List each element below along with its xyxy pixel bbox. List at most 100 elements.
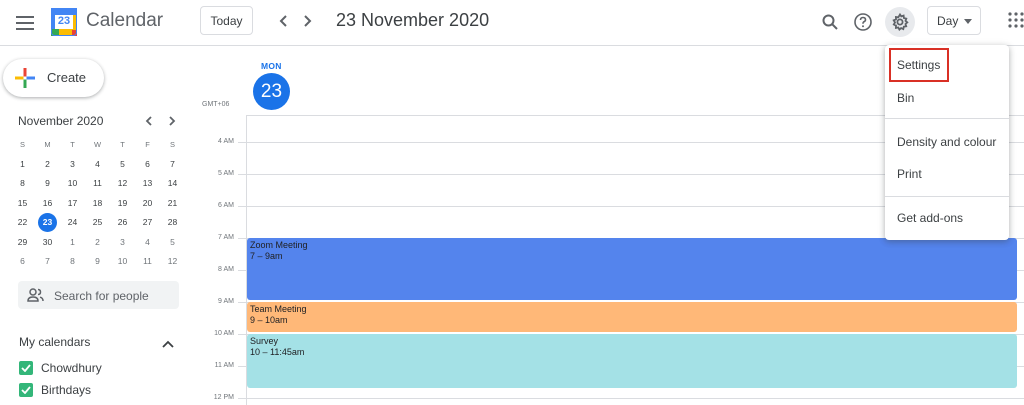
mini-calendar-day[interactable]: 17 [60,194,85,214]
mini-calendar-week: 6 7 8 9 10 11 12 [10,252,185,272]
mini-calendar-day[interactable]: 6 [135,155,160,175]
mini-calendar-day[interactable]: 9 [35,174,60,194]
settings-button[interactable] [885,7,915,37]
mini-calendar-day[interactable]: 11 [85,174,110,194]
apps-grid-icon [1008,12,1024,28]
mini-calendar-day[interactable]: 3 [110,233,135,253]
mini-calendar-day[interactable]: 4 [135,233,160,253]
my-calendars-collapse-button[interactable] [162,335,176,348]
mini-calendar-day[interactable]: 1 [10,155,35,175]
menu-item-print[interactable]: Print [885,160,1009,186]
mini-calendar-day[interactable]: 8 [60,252,85,272]
timezone-label: GMT+06 [202,101,230,108]
checkmark-icon [21,386,31,394]
event-time: 7 – 9am [250,251,283,261]
menu-item-bin[interactable]: Bin [885,84,1009,110]
mini-calendar-day[interactable]: 19 [110,194,135,214]
day-number[interactable]: 23 [253,73,290,110]
mini-calendar-day[interactable]: 9 [85,252,110,272]
mini-calendar-day[interactable]: 12 [160,252,185,272]
mini-calendar-day[interactable]: 1 [60,233,85,253]
mini-calendar-day[interactable]: 26 [110,213,135,233]
main-menu-button[interactable] [10,8,40,38]
calendar-logo-number: 23 [57,15,71,27]
hour-label: 4 AM [218,138,234,145]
search-button[interactable] [815,7,845,37]
mini-calendar-previous-button[interactable] [140,112,156,130]
mini-calendar-day[interactable]: 12 [110,174,135,194]
mini-calendar-day[interactable]: 11 [135,252,160,272]
event-zoom-meeting[interactable]: Zoom Meeting 7 – 9am [247,238,1017,300]
mini-calendar-day[interactable]: 3 [60,155,85,175]
mini-calendar-week: 8 9 10 11 12 13 14 [10,174,185,194]
mini-calendar-day[interactable]: 15 [10,194,35,214]
calendar-checkbox[interactable] [19,361,33,375]
chevron-left-icon [279,15,287,27]
create-button[interactable]: Create [3,59,104,97]
event-survey[interactable]: Survey 10 – 11:45am [247,334,1017,388]
dropdown-caret-icon [964,19,972,24]
weekday-label: S [169,140,175,149]
mini-calendar-day[interactable]: 18 [85,194,110,214]
help-button[interactable] [848,7,878,37]
event-title: Survey [250,336,279,346]
mini-calendar-week: 15 16 17 18 19 20 21 [10,194,185,214]
menu-item-density-and-colour[interactable]: Density and colour [885,128,1009,154]
mini-calendar-day[interactable]: 28 [160,213,185,233]
previous-day-button[interactable] [273,9,293,33]
mini-calendar-day[interactable]: 8 [10,174,35,194]
mini-calendar-day[interactable]: 10 [60,174,85,194]
help-icon [854,13,872,31]
mini-calendar-day[interactable]: 5 [110,155,135,175]
menu-divider [885,196,1009,197]
chevron-right-icon [168,116,175,126]
mini-calendar-day[interactable]: 13 [135,174,160,194]
weekday-label: T [70,140,75,149]
mini-calendar-day[interactable]: 29 [10,233,35,253]
mini-calendar-weeks: 1 2 3 4 5 6 7 8 9 10 11 12 13 14 15 16 17 18 19 20 21 22 23 24 2… [10,155,185,272]
mini-calendar-day[interactable]: 23 [35,213,60,233]
mini-calendar-day[interactable]: 6 [10,252,35,272]
mini-calendar-day[interactable]: 10 [110,252,135,272]
mini-calendar-day[interactable]: 25 [85,213,110,233]
event-team-meeting[interactable]: Team Meeting 9 – 10am [247,302,1017,332]
weekday-label: M [44,140,51,149]
view-selector-label: Day [937,13,959,28]
google-apps-button[interactable] [1008,12,1024,30]
mini-calendar-day[interactable]: 21 [160,194,185,214]
weekday-label: S [19,140,25,149]
next-day-button[interactable] [298,9,318,33]
people-icon [27,288,44,302]
mini-calendar-day[interactable]: 7 [35,252,60,272]
calendar-logo[interactable]: 23 [51,8,77,36]
hour-label: 10 AM [214,330,234,337]
calendar-item-chowdhury[interactable]: Chowdhury [19,360,102,376]
mini-calendar-day[interactable]: 16 [35,194,60,214]
weekday-label: F [145,140,150,149]
chevron-up-icon [162,340,174,348]
mini-calendar-day[interactable]: 27 [135,213,160,233]
mini-calendar-day[interactable]: 5 [160,233,185,253]
hour-label: 7 AM [218,234,234,241]
view-selector[interactable]: Day [927,6,981,35]
mini-calendar-day[interactable]: 4 [85,155,110,175]
mini-calendar-day[interactable]: 22 [10,213,35,233]
settings-highlight-box [889,48,949,82]
mini-calendar-day[interactable]: 14 [160,174,185,194]
today-button[interactable]: Today [200,6,253,35]
event-time: 9 – 10am [250,315,288,325]
mini-calendar-day[interactable]: 30 [35,233,60,253]
calendar-item-birthdays[interactable]: Birthdays [19,382,91,398]
mini-calendar-next-button[interactable] [164,112,180,130]
menu-item-label: Print [897,167,922,181]
mini-calendar-day[interactable]: 2 [85,233,110,253]
calendar-checkbox[interactable] [19,383,33,397]
menu-item-label: Get add-ons [897,211,964,225]
hour-line [238,398,1024,399]
menu-item-get-add-ons[interactable]: Get add-ons [885,204,1009,230]
mini-calendar-day[interactable]: 20 [135,194,160,214]
mini-calendar-day[interactable]: 7 [160,155,185,175]
search-people-input[interactable]: Search for people [18,281,179,309]
mini-calendar-day[interactable]: 24 [60,213,85,233]
mini-calendar-day[interactable]: 2 [35,155,60,175]
